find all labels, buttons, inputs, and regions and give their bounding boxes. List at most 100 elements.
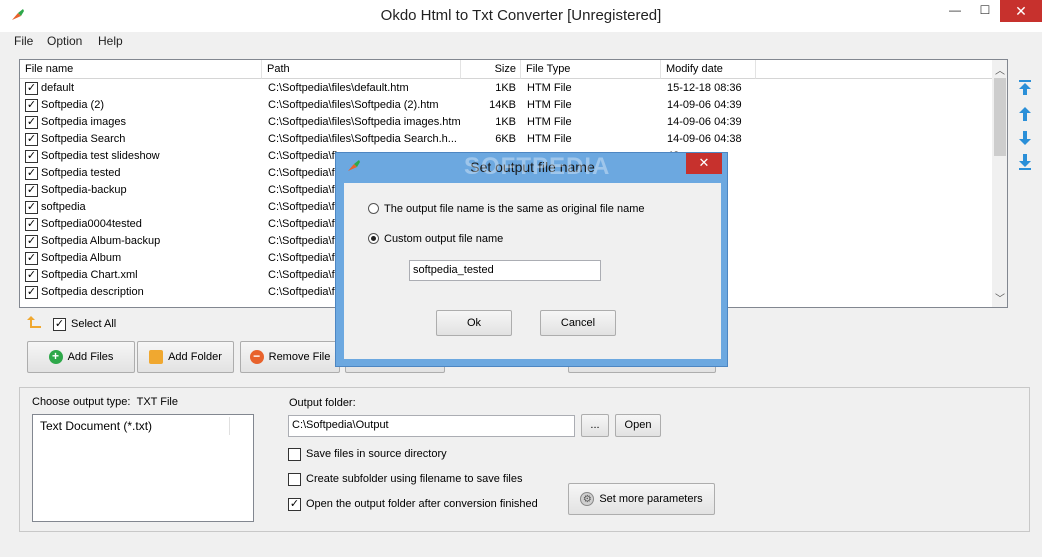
- move-top-icon[interactable]: [1018, 80, 1032, 96]
- gear-icon: ⚙: [580, 492, 595, 507]
- remove-file-button[interactable]: − Remove File: [240, 341, 340, 373]
- table-row[interactable]: ✓ Softpedia (2) C:\Softpedia\files\Softped…: [20, 97, 992, 114]
- column-header-file-type[interactable]: File Type: [521, 60, 661, 79]
- type-cell: HTM File: [527, 82, 572, 94]
- path-cell: C:\Softpedia\files\Softpedia images.htm: [268, 116, 460, 128]
- move-down-icon[interactable]: [1018, 130, 1032, 146]
- vertical-scrollbar[interactable]: ︿ ﹀: [992, 60, 1007, 307]
- remove-file-label: Remove File: [268, 351, 331, 363]
- row-checkbox[interactable]: ✓: [25, 116, 38, 129]
- row-checkbox[interactable]: ✓: [25, 184, 38, 197]
- size-cell: 1KB: [495, 82, 516, 94]
- menu-file[interactable]: File: [14, 34, 33, 48]
- column-header-size[interactable]: Size: [461, 60, 521, 79]
- path-cell: C:\Softpedia\files\default.htm: [268, 82, 409, 94]
- radio-same-name[interactable]: [368, 203, 379, 214]
- file-name-cell: Softpedia tested: [41, 167, 121, 179]
- type-cell: HTM File: [527, 133, 572, 145]
- move-up-icon[interactable]: [1018, 106, 1032, 122]
- row-checkbox[interactable]: ✓: [25, 99, 38, 112]
- menu-option[interactable]: Option: [47, 34, 82, 48]
- file-name-cell: softpedia: [41, 201, 86, 213]
- output-type-list[interactable]: Text Document (*.txt): [32, 414, 254, 522]
- row-checkbox[interactable]: ✓: [25, 269, 38, 282]
- output-folder-input[interactable]: C:\Softpedia\Output: [288, 415, 575, 437]
- cancel-button[interactable]: Cancel: [540, 310, 616, 336]
- output-type-value: TXT File: [136, 396, 178, 408]
- row-checkbox[interactable]: ✓: [25, 201, 38, 214]
- table-row[interactable]: ✓ Softpedia Search C:\Softpedia\files\Soft…: [20, 131, 992, 148]
- add-files-button[interactable]: + Add Files: [27, 341, 135, 373]
- date-cell: 14-09-06 04:38: [667, 133, 742, 145]
- row-checkbox[interactable]: ✓: [25, 167, 38, 180]
- file-name-cell: Softpedia Album: [41, 252, 122, 264]
- table-row[interactable]: ✓ Softpedia images C:\Softpedia\files\Soft…: [20, 114, 992, 131]
- type-cell: HTM File: [527, 99, 572, 111]
- menu-help[interactable]: Help: [98, 34, 123, 48]
- scroll-thumb[interactable]: [994, 78, 1006, 156]
- radio-custom-name-label: Custom output file name: [384, 233, 504, 245]
- output-type-option-txt[interactable]: Text Document (*.txt): [35, 417, 230, 435]
- size-cell: 14KB: [489, 99, 516, 111]
- open-after-checkbox[interactable]: ✓: [288, 498, 301, 511]
- ok-button[interactable]: Ok: [436, 310, 512, 336]
- maximize-button[interactable]: ☐: [970, 0, 1000, 22]
- window-title: Okdo Html to Txt Converter [Unregistered…: [380, 7, 662, 24]
- save-in-source-checkbox[interactable]: [288, 448, 301, 461]
- move-bottom-icon[interactable]: [1018, 154, 1032, 170]
- browse-button[interactable]: ...: [581, 414, 609, 437]
- add-folder-label: Add Folder: [168, 351, 222, 363]
- dialog-close-button[interactable]: ✕: [686, 153, 722, 174]
- scroll-up-icon[interactable]: ︿: [992, 62, 1007, 77]
- custom-file-name-input[interactable]: softpedia_tested: [409, 260, 601, 281]
- column-header-modify-date[interactable]: Modify date: [661, 60, 756, 79]
- date-cell: 14-09-06 04:39: [667, 99, 742, 111]
- size-cell: 1KB: [495, 116, 516, 128]
- output-folder-label: Output folder:: [289, 397, 356, 409]
- create-subfolder-label: Create subfolder using filename to save …: [306, 473, 523, 485]
- open-folder-button[interactable]: Open: [615, 414, 661, 437]
- add-folder-button[interactable]: Add Folder: [137, 341, 234, 373]
- radio-custom-name[interactable]: [368, 233, 379, 244]
- file-name-cell: Softpedia Album-backup: [41, 235, 161, 247]
- select-all-checkbox[interactable]: ✓: [53, 318, 66, 331]
- file-name-cell: Softpedia test slideshow: [41, 150, 160, 162]
- table-row[interactable]: ✓ default C:\Softpedia\files\default.htm 1K…: [20, 80, 992, 97]
- add-icon: +: [48, 350, 63, 365]
- save-in-source-label: Save files in source directory: [306, 448, 447, 460]
- row-checkbox[interactable]: ✓: [25, 150, 38, 163]
- path-cell: C:\Softpedia\files\Softpedia (2).htm: [268, 99, 439, 111]
- create-subfolder-checkbox[interactable]: [288, 473, 301, 486]
- close-button[interactable]: ✕: [1000, 0, 1042, 22]
- set-more-parameters-label: Set more parameters: [599, 493, 703, 505]
- type-cell: HTM File: [527, 116, 572, 128]
- size-cell: 6KB: [495, 133, 516, 145]
- menu-bar: File Option Help: [0, 32, 1042, 52]
- set-output-file-name-dialog: Set output file name SOFTPEDIA ✕ The out…: [335, 152, 728, 367]
- row-checkbox[interactable]: ✓: [25, 286, 38, 299]
- date-cell: 14-09-06 04:39: [667, 116, 742, 128]
- row-checkbox[interactable]: ✓: [25, 82, 38, 95]
- row-checkbox[interactable]: ✓: [25, 133, 38, 146]
- add-files-label: Add Files: [67, 351, 114, 363]
- output-type-label: Choose output type: TXT File: [32, 396, 178, 408]
- title-bar: Okdo Html to Txt Converter [Unregistered…: [0, 0, 1042, 32]
- minimize-button[interactable]: —: [940, 0, 970, 22]
- go-up-folder-icon[interactable]: [26, 315, 42, 329]
- scroll-down-icon[interactable]: ﹀: [992, 290, 1007, 305]
- radio-same-name-label: The output file name is the same as orig…: [384, 203, 645, 215]
- row-checkbox[interactable]: ✓: [25, 218, 38, 231]
- file-name-cell: Softpedia (2): [41, 99, 104, 111]
- file-name-cell: Softpedia description: [41, 286, 144, 298]
- set-more-parameters-button[interactable]: ⚙ Set more parameters: [568, 483, 715, 515]
- file-name-cell: Softpedia-backup: [41, 184, 127, 196]
- path-cell: C:\Softpedia\files\Softpedia Search.h...: [268, 133, 457, 145]
- row-checkbox[interactable]: ✓: [25, 252, 38, 265]
- file-name-cell: Softpedia images: [41, 116, 126, 128]
- column-header-path[interactable]: Path: [262, 60, 461, 79]
- open-after-label: Open the output folder after conversion …: [306, 498, 538, 510]
- row-checkbox[interactable]: ✓: [25, 235, 38, 248]
- column-header-file-name[interactable]: File name: [20, 60, 262, 79]
- softpedia-watermark: SOFTPEDIA: [464, 153, 611, 180]
- file-name-cell: Softpedia0004tested: [41, 218, 142, 230]
